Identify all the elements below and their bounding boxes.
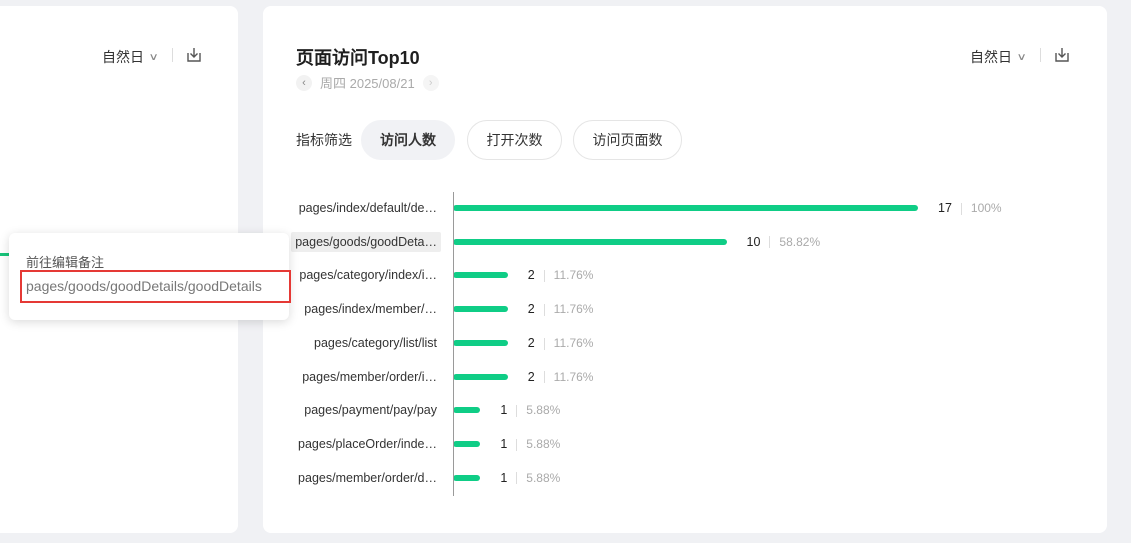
bar[interactable]: [453, 373, 508, 380]
bar-value: 2 11.76%: [528, 267, 594, 283]
value-divider: [960, 202, 962, 215]
bar-value-number: 1: [500, 403, 508, 418]
bar-label[interactable]: pages/index/member/…: [300, 299, 441, 319]
value-divider: [543, 337, 545, 350]
chart-axis: [453, 192, 454, 496]
bar-percent: 5.88%: [526, 403, 561, 418]
bar[interactable]: [453, 238, 727, 245]
bar-percent: 5.88%: [526, 470, 561, 485]
period-label: 自然日: [970, 49, 1012, 65]
bar-value-number: 2: [527, 268, 535, 283]
date-label: 周四 2025/08/21: [320, 76, 415, 91]
bar-value: 10 58.82%: [747, 234, 821, 250]
filter-label: 指标筛选: [296, 132, 352, 148]
bar-label[interactable]: pages/placeOrder/inde…: [294, 434, 441, 454]
bar-value-number: 17: [938, 201, 952, 215]
bar-value-number: 10: [746, 234, 761, 249]
bar-label[interactable]: pages/payment/pay/pay: [300, 400, 441, 420]
value-divider: [516, 438, 518, 451]
bar-label[interactable]: pages/category/list/list: [310, 333, 441, 353]
edit-note-link[interactable]: 前往编辑备注: [26, 252, 104, 271]
bar-percent: 11.76%: [553, 268, 594, 283]
bar[interactable]: [453, 306, 508, 313]
value-divider: [543, 303, 545, 316]
tooltip-path: pages/goods/goodDetails/goodDetails: [20, 270, 291, 303]
bar[interactable]: [453, 339, 508, 346]
bar[interactable]: [453, 440, 481, 447]
bar-value: 2 11.76%: [528, 301, 594, 317]
export-icon[interactable]: [1053, 46, 1071, 64]
bar-percent: 100%: [970, 201, 1002, 215]
divider: [1040, 48, 1041, 62]
value-divider: [516, 472, 518, 485]
chevron-left-icon[interactable]: ‹: [296, 74, 312, 91]
bar-label[interactable]: pages/index/default/de…: [295, 198, 441, 218]
filter-page-views[interactable]: 访问页面数: [573, 120, 682, 160]
divider: [172, 48, 173, 62]
path-tooltip: 前往编辑备注 pages/goods/goodDetails/goodDetai…: [9, 233, 291, 320]
bar-value-number: 2: [527, 335, 535, 350]
bar-value: 2 11.76%: [528, 335, 594, 351]
value-divider: [543, 371, 545, 384]
value-divider: [769, 236, 771, 249]
chevron-right-icon[interactable]: ›: [422, 74, 439, 91]
bar[interactable]: [453, 407, 481, 414]
bar[interactable]: [453, 272, 508, 279]
bar-value-number: 1: [500, 470, 508, 485]
left-period-label: 自然日: [102, 49, 144, 65]
bar[interactable]: [453, 205, 918, 211]
bar-value: 1 5.88%: [500, 470, 560, 486]
card-title: 页面访问Top10: [296, 48, 420, 68]
filter-visitors[interactable]: 访问人数: [361, 120, 455, 160]
left-period-select[interactable]: 自然日 ∨: [102, 47, 159, 67]
bar-percent: 58.82%: [779, 234, 821, 249]
bar-value: 1 5.88%: [500, 402, 560, 418]
bar-percent: 11.76%: [553, 335, 594, 350]
bar-value-number: 2: [527, 369, 535, 384]
bar-value: 1 5.88%: [500, 436, 560, 452]
bar[interactable]: [453, 474, 481, 481]
bar-value-number: 2: [527, 302, 535, 317]
chevron-down-icon: ∨: [148, 51, 159, 63]
filter-opens[interactable]: 打开次数: [467, 120, 562, 160]
bar-value-number: 1: [500, 436, 508, 451]
bar-label[interactable]: pages/member/order/i…: [298, 367, 441, 387]
bar-value: 2 11.76%: [528, 369, 594, 385]
period-select[interactable]: 自然日 ∨: [970, 47, 1027, 67]
bar-value: 17 100%: [938, 200, 1002, 216]
value-divider: [516, 404, 518, 417]
bar-percent: 11.76%: [553, 302, 594, 317]
chevron-down-icon: ∨: [1016, 51, 1027, 63]
date-navigator: ‹ 周四 2025/08/21 ›: [296, 73, 439, 92]
bar-percent: 5.88%: [526, 436, 561, 451]
export-icon[interactable]: [185, 46, 203, 64]
bar-label[interactable]: pages/category/index/i…: [295, 265, 441, 285]
bar-percent: 11.76%: [553, 369, 594, 384]
bar-label[interactable]: pages/goods/goodDeta…: [291, 231, 441, 252]
value-divider: [543, 270, 545, 283]
bar-label[interactable]: pages/member/order/d…: [294, 468, 441, 488]
